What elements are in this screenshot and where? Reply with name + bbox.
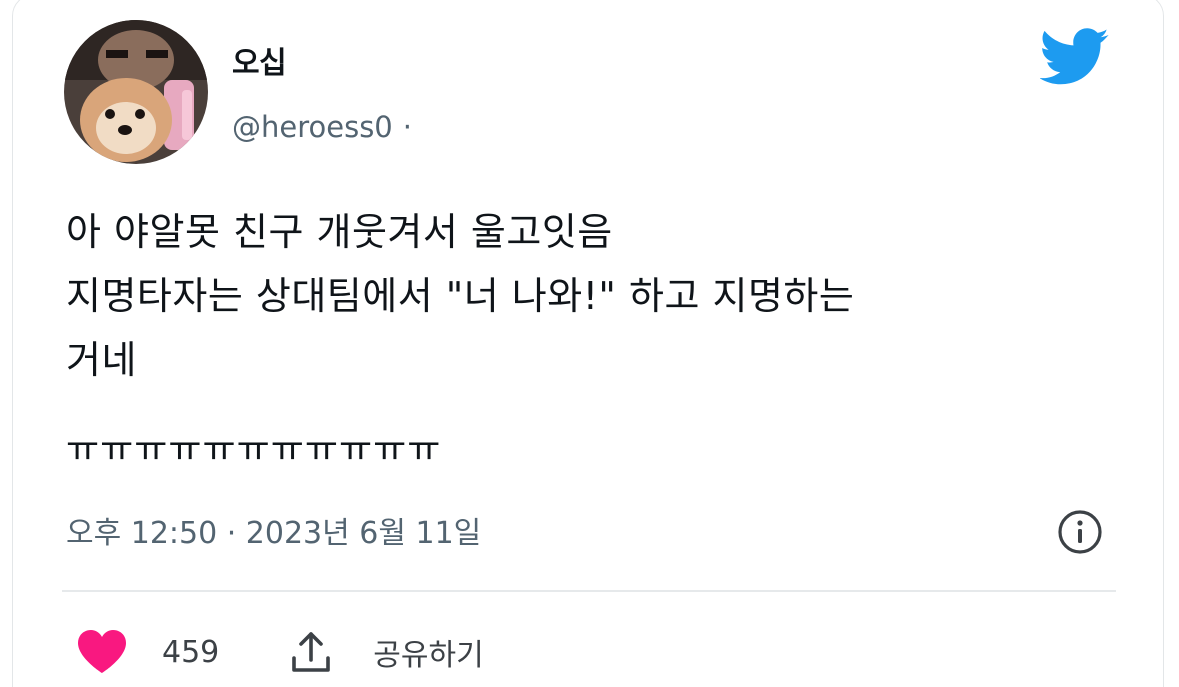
tweet-text-tail: ㅠㅠㅠㅠㅠㅠㅠㅠㅠㅠㅠ: [66, 429, 442, 470]
info-icon[interactable]: [1056, 508, 1104, 556]
avatar-image: [64, 20, 208, 164]
tweet-text: 아 야알못 친구 개웃겨서 울고잇음 지명타자는 상대팀에서 "너 나와!" 하…: [66, 210, 855, 382]
heart-icon[interactable]: [76, 629, 128, 675]
share-button-label[interactable]: 공유하기: [373, 630, 483, 674]
user-handle[interactable]: @heroess0: [232, 110, 393, 144]
twitter-bird-icon[interactable]: [1040, 28, 1110, 86]
handle-row: @heroess0 ·: [232, 110, 412, 144]
display-name[interactable]: 오십: [232, 38, 287, 82]
avatar[interactable]: [64, 20, 208, 164]
share-icon[interactable]: [291, 630, 331, 674]
handle-separator: ·: [402, 110, 412, 144]
like-count: 459: [162, 634, 220, 670]
tweet-timestamp[interactable]: 오후 12:50 · 2023년 6월 11일: [66, 508, 481, 552]
divider: [62, 590, 1116, 592]
action-bar: 459 공유하기: [76, 620, 484, 684]
